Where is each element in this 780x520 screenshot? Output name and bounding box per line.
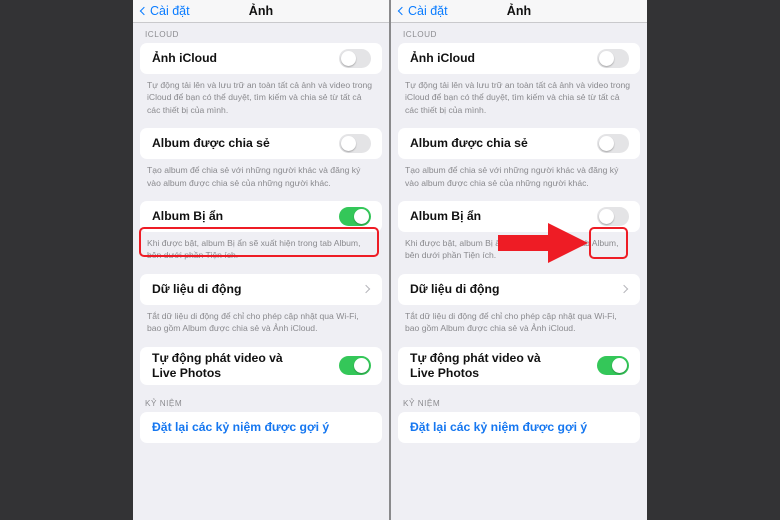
row-icloud-photos-right[interactable]: Ảnh iCloud [398,43,640,74]
row-label-autoplay-line2: Live Photos [410,365,480,380]
card-cellular-data-right: Dữ liệu di động [398,273,640,305]
card-shared-album-right: Album được chia sẻ [398,128,640,160]
row-hidden-album-left[interactable]: Album Bị ẩn [140,201,382,232]
toggle-icloud-photos-right[interactable] [597,49,629,68]
navigation-bar-left: Cài đặt Ảnh [133,0,389,23]
row-label-autoplay-line1: Tự động phát video và [410,350,541,365]
card-cellular-data-left: Dữ liệu di động [140,273,382,305]
row-cellular-data-right[interactable]: Dữ liệu di động [398,274,640,305]
section-header-memories-left: KỶ NIỆM [145,398,183,408]
navigation-bar-right: Cài đặt Ảnh [391,0,647,23]
chevron-right-icon [620,285,629,294]
row-reset-memories-left[interactable]: Đặt lại các kỷ niệm được gợi ý [140,412,382,443]
toggle-knob [353,208,370,225]
row-label-autoplay-line1: Tự động phát video và [152,350,283,365]
toggle-knob [353,357,370,374]
footnote-shared-album-left: Tạo album để chia sẻ với những người khá… [147,165,361,188]
settings-list-left: ICLOUD Ảnh iCloud Tự động tải lên và lưu… [133,23,389,443]
toggle-autoplay-right[interactable] [597,356,629,376]
card-reset-memories-right: Đặt lại các kỷ niệm được gợi ý [398,411,640,443]
card-autoplay-right: Tự động phát video và Live Photos [398,346,640,385]
page-title-left: Ảnh [248,4,274,18]
toggle-knob [598,50,615,67]
row-label-shared-album: Album được chia sẻ [410,136,528,151]
row-icloud-photos-left[interactable]: Ảnh iCloud [140,43,382,74]
phone-screenshot-before: Cài đặt Ảnh ICLOUD Ảnh iCloud Tự động tả… [133,0,389,520]
toggle-hidden-album-left[interactable] [339,207,371,227]
row-label-reset-memories: Đặt lại các kỷ niệm được gợi ý [410,419,588,434]
screenshot-stage: Cài đặt Ảnh ICLOUD Ảnh iCloud Tự động tả… [0,0,780,520]
row-label-autoplay-line2: Live Photos [152,365,222,380]
toggle-knob [340,135,357,152]
card-icloud-photos-right: Ảnh iCloud [398,43,640,74]
row-label-cellular-data: Dữ liệu di động [410,281,500,296]
footnote-icloud-photos-right: Tự động tải lên và lưu trữ an toàn tất c… [405,80,631,115]
footnote-icloud-photos-left: Tự động tải lên và lưu trữ an toàn tất c… [147,80,373,115]
row-autoplay-left[interactable]: Tự động phát video và Live Photos [140,347,382,385]
card-hidden-album-left: Album Bị ẩn [140,201,382,233]
row-label-icloud-photos: Ảnh iCloud [152,51,217,65]
row-label-hidden-album: Album Bị ẩn [410,209,482,224]
section-header-icloud-left: ICLOUD [145,30,179,39]
toggle-hidden-album-right[interactable] [597,207,629,227]
toggle-autoplay-left[interactable] [339,356,371,376]
row-shared-album-left[interactable]: Album được chia sẻ [140,128,382,159]
toggle-knob [598,135,615,152]
footnote-hidden-album-left: Khi được bật, album Bị ẩn sẽ xuất hiện t… [147,238,361,261]
row-label-autoplay: Tự động phát video và Live Photos [152,351,283,381]
footnote-shared-album-right: Tạo album để chia sẻ với những người khá… [405,165,619,188]
toggle-shared-album-right[interactable] [597,134,629,154]
row-shared-album-right[interactable]: Album được chia sẻ [398,128,640,159]
section-header-memories-right: KỶ NIỆM [403,398,441,408]
toggle-knob [340,50,357,67]
row-label-autoplay: Tự động phát video và Live Photos [410,351,541,381]
red-arrow-annotation [498,223,588,263]
card-autoplay-left: Tự động phát video và Live Photos [140,346,382,385]
toggle-icloud-photos-left[interactable] [339,49,371,68]
row-label-icloud-photos: Ảnh iCloud [410,51,475,65]
section-header-icloud-right: ICLOUD [403,30,437,39]
row-label-shared-album: Album được chia sẻ [152,136,270,151]
toggle-knob [611,357,628,374]
row-reset-memories-right[interactable]: Đặt lại các kỷ niệm được gợi ý [398,412,640,443]
card-reset-memories-left: Đặt lại các kỷ niệm được gợi ý [140,411,382,443]
row-cellular-data-left[interactable]: Dữ liệu di động [140,274,382,305]
row-autoplay-right[interactable]: Tự động phát video và Live Photos [398,347,640,385]
chevron-right-icon [362,285,371,294]
footnote-cellular-data-right: Tắt dữ liệu di động để chỉ cho phép cập … [405,310,617,334]
row-label-hidden-album: Album Bị ẩn [152,209,224,224]
footnote-cellular-data-left: Tắt dữ liệu di động để chỉ cho phép cập … [147,310,359,334]
card-icloud-photos-left: Ảnh iCloud [140,43,382,74]
toggle-shared-album-left[interactable] [339,134,371,154]
row-label-cellular-data: Dữ liệu di động [152,281,242,296]
page-title-right: Ảnh [506,4,532,18]
toggle-knob [598,208,615,225]
card-shared-album-left: Album được chia sẻ [140,128,382,160]
row-label-reset-memories: Đặt lại các kỷ niệm được gợi ý [152,419,330,434]
